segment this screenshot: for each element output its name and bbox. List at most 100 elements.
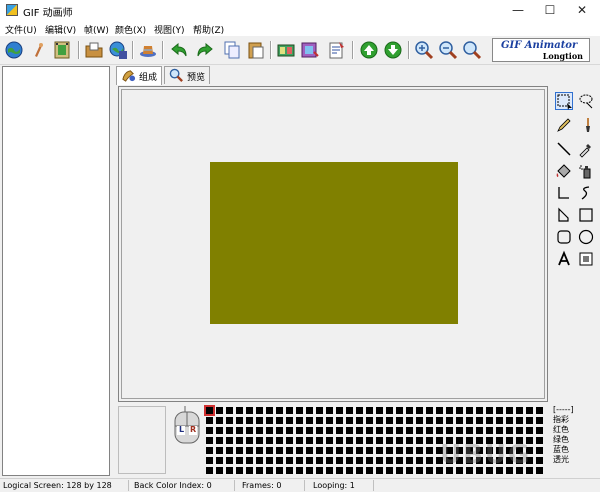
palette-swatch[interactable] bbox=[226, 467, 233, 474]
palette-swatch[interactable] bbox=[526, 427, 533, 434]
palette-swatch[interactable] bbox=[406, 457, 413, 464]
zoom-reset-icon[interactable] bbox=[462, 40, 482, 60]
palette-swatch[interactable] bbox=[416, 437, 423, 444]
palette-swatch[interactable] bbox=[426, 447, 433, 454]
palette-swatch[interactable] bbox=[396, 427, 403, 434]
zoom-in-icon[interactable] bbox=[414, 40, 434, 60]
palette-swatch[interactable] bbox=[356, 437, 363, 444]
palette-swatch[interactable] bbox=[336, 457, 343, 464]
palette-swatch[interactable] bbox=[396, 467, 403, 474]
palette-swatch[interactable] bbox=[376, 427, 383, 434]
palette-swatch[interactable] bbox=[216, 447, 223, 454]
palette-swatch[interactable] bbox=[326, 437, 333, 444]
palette-swatch[interactable] bbox=[316, 447, 323, 454]
palette-swatch[interactable] bbox=[216, 457, 223, 464]
palette-swatch[interactable] bbox=[296, 467, 303, 474]
palette-swatch[interactable] bbox=[346, 417, 353, 424]
globe-icon[interactable] bbox=[4, 40, 24, 60]
palette-swatch[interactable] bbox=[506, 407, 513, 414]
palette-swatch[interactable] bbox=[416, 417, 423, 424]
palette-swatch[interactable] bbox=[306, 447, 313, 454]
frame-list-pane[interactable] bbox=[2, 66, 110, 476]
palette-swatch[interactable] bbox=[326, 467, 333, 474]
palette-swatch[interactable] bbox=[346, 447, 353, 454]
minimize-button[interactable]: — bbox=[502, 0, 534, 22]
palette-swatch[interactable] bbox=[226, 437, 233, 444]
palette-swatch[interactable] bbox=[416, 427, 423, 434]
palette-swatch[interactable] bbox=[396, 437, 403, 444]
palette-swatch[interactable] bbox=[296, 427, 303, 434]
palette-swatch[interactable] bbox=[256, 427, 263, 434]
palette-swatch[interactable] bbox=[376, 437, 383, 444]
palette-swatch[interactable] bbox=[206, 447, 213, 454]
palette-swatch[interactable] bbox=[206, 417, 213, 424]
palette-swatch[interactable] bbox=[406, 417, 413, 424]
palette-swatch[interactable] bbox=[246, 437, 253, 444]
palette-swatch[interactable] bbox=[446, 417, 453, 424]
palette-swatch[interactable] bbox=[456, 427, 463, 434]
palette-swatch[interactable] bbox=[206, 457, 213, 464]
palette-swatch[interactable] bbox=[326, 417, 333, 424]
palette-swatch[interactable] bbox=[446, 427, 453, 434]
palette-swatch[interactable] bbox=[376, 467, 383, 474]
palette-swatch[interactable] bbox=[226, 447, 233, 454]
palette-swatch[interactable] bbox=[316, 427, 323, 434]
palette-swatch[interactable] bbox=[306, 427, 313, 434]
palette-swatch[interactable] bbox=[256, 407, 263, 414]
palette-swatch[interactable] bbox=[306, 407, 313, 414]
palette-swatch[interactable] bbox=[486, 417, 493, 424]
paste-icon[interactable] bbox=[246, 40, 266, 60]
palette-swatch[interactable] bbox=[236, 467, 243, 474]
palette-swatch[interactable] bbox=[296, 437, 303, 444]
palette-swatch[interactable] bbox=[466, 417, 473, 424]
palette-swatch[interactable] bbox=[306, 467, 313, 474]
palette-swatch[interactable] bbox=[296, 457, 303, 464]
palette-swatch[interactable] bbox=[236, 457, 243, 464]
undo-icon[interactable] bbox=[170, 40, 190, 60]
palette-swatch[interactable] bbox=[386, 407, 393, 414]
move-up-icon[interactable] bbox=[359, 40, 379, 60]
app-icon[interactable] bbox=[6, 4, 18, 16]
save-globe-icon[interactable] bbox=[108, 40, 128, 60]
palette-swatch[interactable] bbox=[276, 447, 283, 454]
close-button[interactable]: ✕ bbox=[566, 0, 598, 22]
pencil-icon[interactable] bbox=[555, 116, 573, 134]
palette-swatch[interactable] bbox=[336, 447, 343, 454]
brush-icon[interactable] bbox=[577, 116, 595, 134]
palette-swatch[interactable] bbox=[496, 407, 503, 414]
palette-swatch[interactable] bbox=[206, 427, 213, 434]
palette-swatch[interactable] bbox=[396, 447, 403, 454]
palette-swatch[interactable] bbox=[306, 417, 313, 424]
palette-swatch[interactable] bbox=[386, 427, 393, 434]
palette-swatch[interactable] bbox=[366, 457, 373, 464]
palette-swatch[interactable] bbox=[236, 427, 243, 434]
palette-swatch[interactable] bbox=[466, 407, 473, 414]
palette-swatch[interactable] bbox=[236, 447, 243, 454]
palette-swatch[interactable] bbox=[296, 407, 303, 414]
palette-swatch[interactable] bbox=[506, 417, 513, 424]
palette-swatch[interactable] bbox=[346, 427, 353, 434]
palette-swatch[interactable] bbox=[316, 457, 323, 464]
palette-swatch[interactable] bbox=[386, 417, 393, 424]
palette-swatch[interactable] bbox=[316, 407, 323, 414]
palette-swatch[interactable] bbox=[366, 467, 373, 474]
gif-frame-image[interactable] bbox=[210, 162, 458, 324]
palette-swatch[interactable] bbox=[296, 447, 303, 454]
palette-swatch[interactable] bbox=[406, 427, 413, 434]
palette-swatch[interactable] bbox=[206, 467, 213, 474]
palette-swatch[interactable] bbox=[406, 407, 413, 414]
palette-swatch[interactable] bbox=[316, 437, 323, 444]
palette-swatch[interactable] bbox=[216, 427, 223, 434]
palette-swatch[interactable] bbox=[426, 407, 433, 414]
palette-swatch[interactable] bbox=[226, 407, 233, 414]
palette-swatch[interactable] bbox=[286, 467, 293, 474]
palette-swatch[interactable] bbox=[266, 437, 273, 444]
palette-swatch[interactable] bbox=[376, 417, 383, 424]
palette-swatch[interactable] bbox=[456, 407, 463, 414]
palette-swatch[interactable] bbox=[386, 467, 393, 474]
palette-swatch[interactable] bbox=[396, 457, 403, 464]
palette-swatch[interactable] bbox=[366, 447, 373, 454]
palette-swatch[interactable] bbox=[256, 447, 263, 454]
palette-swatch[interactable] bbox=[336, 407, 343, 414]
film-icon[interactable] bbox=[52, 40, 72, 60]
